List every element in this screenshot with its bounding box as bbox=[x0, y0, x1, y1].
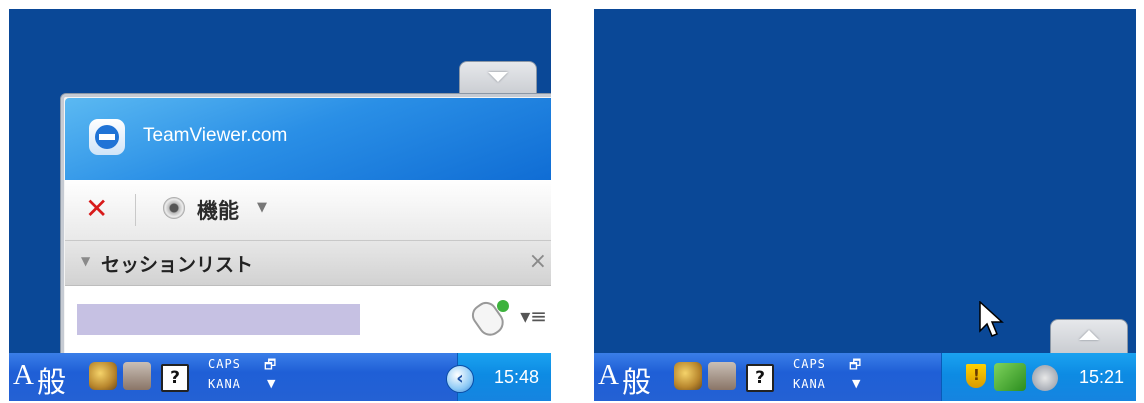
session-list-close-icon[interactable]: × bbox=[529, 249, 547, 274]
network-icon[interactable] bbox=[994, 363, 1026, 391]
ime-mode-indicator[interactable]: A bbox=[598, 359, 619, 392]
clock[interactable]: 15:48 bbox=[494, 367, 539, 388]
webcam-icon bbox=[163, 197, 185, 219]
functions-menu[interactable]: 機能 bbox=[197, 195, 239, 225]
caps-indicator: CAPS bbox=[793, 357, 826, 371]
chevron-down-icon[interactable]: ▼ bbox=[257, 200, 267, 215]
session-row[interactable]: ▾≡ bbox=[65, 286, 551, 362]
ime-tools-icon[interactable] bbox=[89, 362, 117, 390]
kana-indicator: KANA bbox=[208, 377, 241, 391]
collapse-arrow-icon[interactable]: ▼ bbox=[81, 254, 90, 268]
status-ok-icon bbox=[497, 300, 509, 312]
triangle-down-icon bbox=[488, 72, 508, 82]
close-session-icon[interactable]: ✕ bbox=[85, 194, 108, 224]
chevron-left-icon: ‹ bbox=[456, 368, 464, 389]
teamviewer-logo-icon bbox=[89, 119, 125, 155]
system-tray: 15:21 bbox=[941, 353, 1136, 401]
window-restore-icon[interactable]: 🗗 bbox=[264, 356, 276, 378]
mouse-cursor-icon bbox=[979, 301, 1004, 337]
desktop-right: A 般 ? CAPS 🗗 KANA ▼ 15:21 bbox=[594, 9, 1136, 401]
show-hidden-icons-button[interactable]: ‹ bbox=[446, 365, 474, 393]
ime-kanji-indicator[interactable]: 般 bbox=[37, 359, 66, 401]
panel-collapse-tab[interactable] bbox=[459, 61, 537, 96]
taskbar: A 般 ? CAPS 🗗 KANA ▼ 15:21 bbox=[594, 353, 1136, 401]
caps-indicator: CAPS bbox=[208, 357, 241, 371]
desktop-left: TeamViewer.com ✕ 機能 ▼ ▼ セッションリスト × ▾≡ A … bbox=[9, 9, 551, 401]
taskbar: A 般 ? CAPS 🗗 KANA ▼ ‹ 15:48 bbox=[9, 353, 551, 401]
chevron-down-icon[interactable]: ▼ bbox=[267, 377, 275, 390]
ime-kanji-indicator[interactable]: 般 bbox=[622, 359, 651, 401]
panel-expand-tab[interactable] bbox=[1050, 319, 1128, 354]
teamviewer-toolbar: ✕ 機能 ▼ bbox=[65, 180, 551, 241]
list-menu-icon[interactable]: ▾≡ bbox=[520, 304, 547, 328]
session-list-header: ▼ セッションリスト × bbox=[65, 241, 551, 286]
kana-indicator: KANA bbox=[793, 377, 826, 391]
ime-tools-icon[interactable] bbox=[674, 362, 702, 390]
toolbar-separator bbox=[135, 194, 136, 226]
teamviewer-title[interactable]: TeamViewer.com bbox=[143, 125, 287, 147]
clock[interactable]: 15:21 bbox=[1079, 367, 1124, 388]
teamviewer-header: TeamViewer.com bbox=[65, 98, 551, 180]
teamviewer-window: TeamViewer.com ✕ 機能 ▼ ▼ セッションリスト × ▾≡ bbox=[60, 93, 551, 365]
triangle-up-icon bbox=[1079, 330, 1099, 340]
ime-mode-indicator[interactable]: A bbox=[13, 359, 34, 392]
ime-toolbox-icon[interactable] bbox=[123, 362, 151, 390]
ime-toolbox-icon[interactable] bbox=[708, 362, 736, 390]
help-icon[interactable]: ? bbox=[746, 364, 774, 392]
window-restore-icon[interactable]: 🗗 bbox=[849, 356, 861, 378]
session-name-placeholder bbox=[77, 304, 360, 335]
help-icon[interactable]: ? bbox=[161, 364, 189, 392]
session-list-label: セッションリスト bbox=[101, 254, 254, 276]
security-shield-icon[interactable] bbox=[966, 364, 986, 388]
teamviewer-tray-icon[interactable] bbox=[1032, 365, 1058, 391]
chevron-down-icon[interactable]: ▼ bbox=[852, 377, 860, 390]
system-tray: ‹ 15:48 bbox=[446, 353, 551, 401]
